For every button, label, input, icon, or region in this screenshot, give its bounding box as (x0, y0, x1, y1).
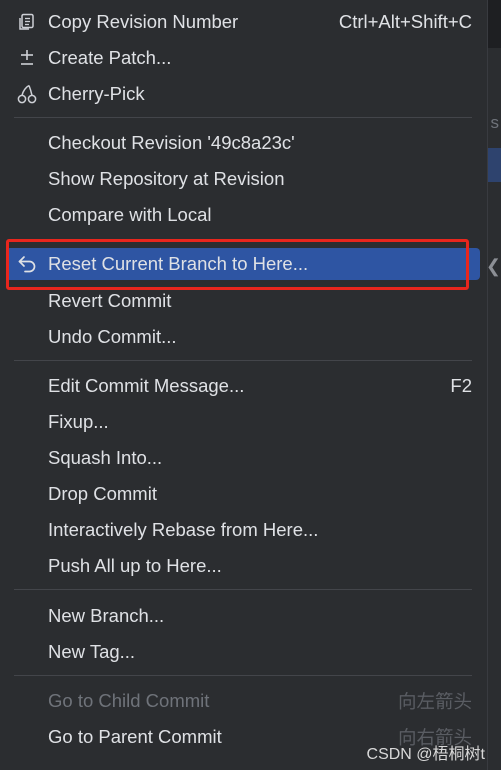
menu-item-label: Checkout Revision '49c8a23c' (48, 132, 295, 153)
menu-item-label: Drop Commit (48, 483, 157, 504)
menu-item-label: New Tag... (48, 641, 136, 662)
menu-item-label: Interactively Rebase from Here... (48, 519, 319, 540)
cherry-icon (16, 83, 38, 105)
menu-item-shortcut: Ctrl+Alt+Shift+C (338, 11, 472, 32)
menu-item-shortcut: F2 (450, 375, 472, 396)
background-caret-icon: ❮ (485, 256, 501, 276)
menu-item-cherry-pick[interactable]: Cherry-Pick (6, 78, 480, 110)
menu-item-create-patch[interactable]: Create Patch... (6, 42, 480, 74)
menu-item-show-repository[interactable]: Show Repository at Revision (6, 163, 480, 195)
menu-item-copy-revision-number[interactable]: Copy Revision Number Ctrl+Alt+Shift+C (6, 6, 480, 38)
menu-item-checkout-revision[interactable]: Checkout Revision '49c8a23c' (6, 127, 480, 159)
menu-item-push-all[interactable]: Push All up to Here... (6, 550, 480, 582)
menu-item-label: Show Repository at Revision (48, 168, 285, 189)
menu-item-label: Create Patch... (48, 47, 172, 68)
menu-separator (14, 675, 472, 676)
menu-item-label: Revert Commit (48, 290, 172, 311)
menu-item-label: Go to Child Commit (48, 690, 210, 711)
menu-item-drop-commit[interactable]: Drop Commit (6, 478, 480, 510)
menu-separator (14, 360, 472, 361)
menu-item-edit-commit-message[interactable]: Edit Commit Message... F2 (6, 370, 480, 402)
menu-item-interactive-rebase[interactable]: Interactively Rebase from Here... (6, 514, 480, 546)
menu-item-label: Edit Commit Message... (48, 375, 245, 396)
background-text-fragment: s (490, 113, 500, 132)
menu-item-fixup[interactable]: Fixup... (6, 406, 480, 438)
menu-item-label: Push All up to Here... (48, 555, 222, 576)
menu-item-label: Squash Into... (48, 447, 163, 468)
screen: s ❮ Copy Revision Number Ctrl+Alt+Shift+… (0, 0, 501, 770)
context-menu: Copy Revision Number Ctrl+Alt+Shift+C Cr… (0, 0, 488, 770)
menu-item-label: Fixup... (48, 411, 109, 432)
menu-item-label: New Branch... (48, 605, 165, 626)
menu-item-label: Undo Commit... (48, 326, 177, 347)
menu-item-compare-with-local[interactable]: Compare with Local (6, 199, 480, 231)
menu-item-squash-into[interactable]: Squash Into... (6, 442, 480, 474)
plus-minus-icon (16, 47, 38, 69)
menu-item-new-tag[interactable]: New Tag... (6, 636, 480, 668)
menu-item-label: Copy Revision Number (48, 11, 239, 32)
menu-item-undo-commit[interactable]: Undo Commit... (6, 321, 480, 353)
menu-item-label: Compare with Local (48, 204, 212, 225)
menu-item-shortcut: 向左箭头 (397, 691, 472, 712)
menu-separator (14, 117, 472, 118)
menu-separator (14, 589, 472, 590)
background-selected-row (487, 148, 501, 182)
menu-item-label: Go to Parent Commit (48, 726, 222, 747)
menu-item-go-to-child-commit: Go to Child Commit 向左箭头 (6, 685, 480, 717)
menu-item-label: Cherry-Pick (48, 83, 145, 104)
copy-icon (16, 11, 38, 33)
menu-item-new-branch[interactable]: New Branch... (6, 600, 480, 632)
watermark: CSDN @梧桐树t (366, 746, 485, 763)
annotation-highlight-box (6, 239, 469, 290)
